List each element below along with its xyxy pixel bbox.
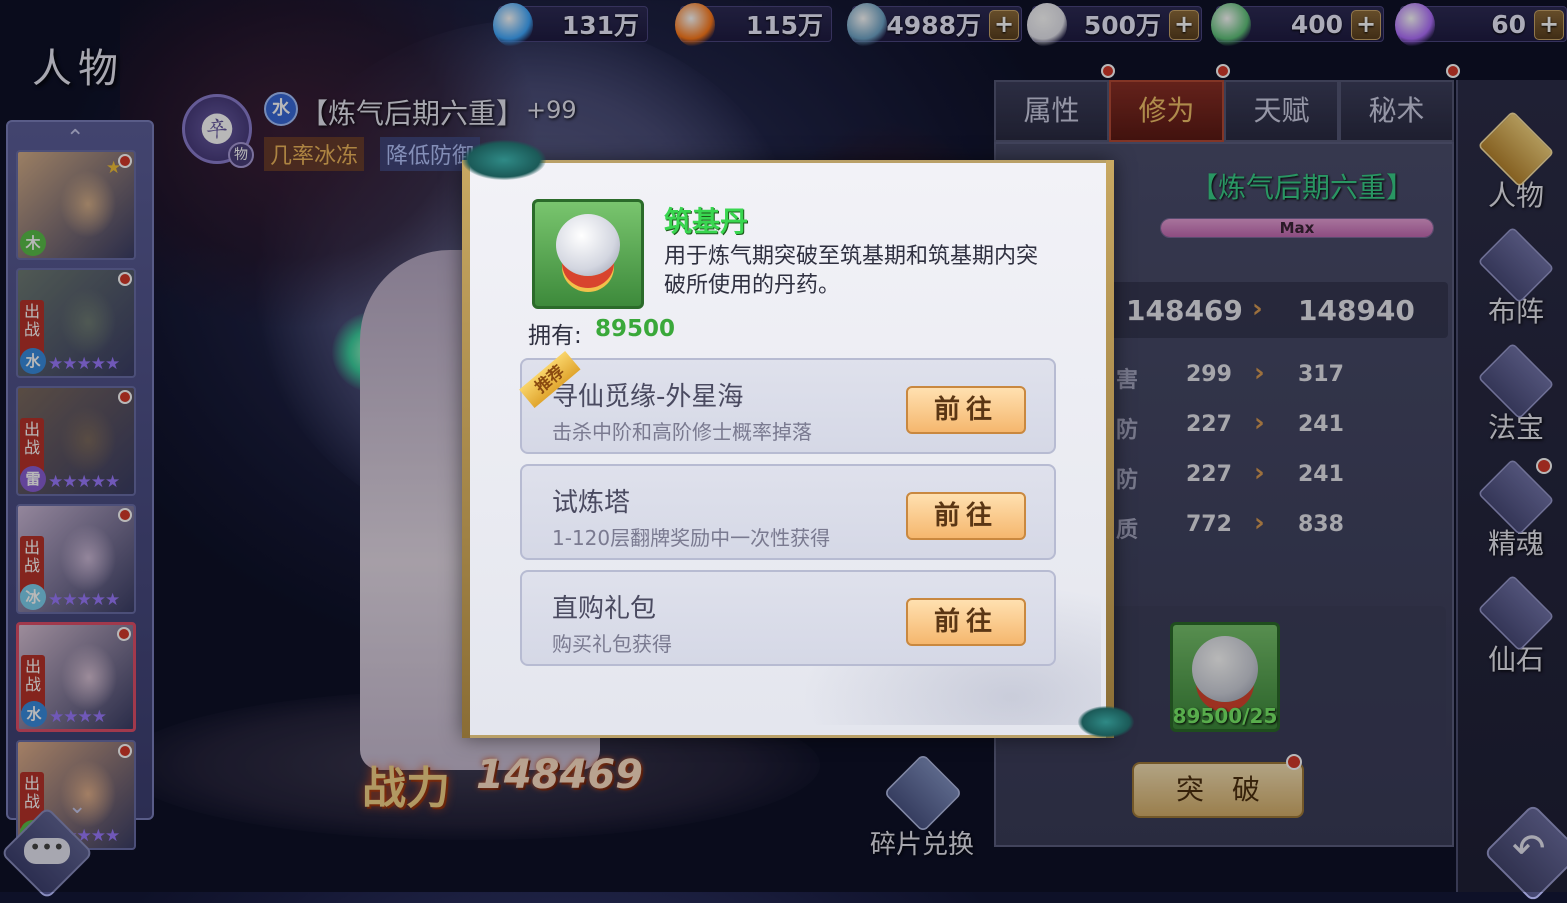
- source-desc: 购买礼包获得: [552, 632, 672, 656]
- item-description: 用于炼气期突破至筑基期和筑基期内突破所使用的丹药。: [664, 244, 1039, 298]
- source-entry: 寻仙觅缘-外星海 击杀中阶和高阶修士概率掉落 前往 推荐: [519, 351, 1056, 454]
- pill-orb-icon: [556, 214, 620, 276]
- item-name: 筑基丹: [664, 205, 749, 238]
- goto-button[interactable]: 前往: [906, 598, 1026, 646]
- source-entry: 试炼塔 1-120层翻牌奖励中一次性获得 前往: [520, 464, 1056, 560]
- source-name: 直购礼包: [552, 594, 657, 624]
- pine-branch-decoration: [462, 140, 546, 180]
- source-desc: 击杀中阶和高阶修士概率掉落: [552, 420, 812, 444]
- source-name: 寻仙觅缘-外星海: [552, 382, 744, 412]
- source-name: 试炼塔: [552, 488, 631, 518]
- source-entry: 直购礼包购买礼包获得 前往: [520, 570, 1056, 666]
- popup-frame-right: [1106, 160, 1114, 738]
- owned-value: 89500: [595, 316, 676, 342]
- owned-label: 拥有:: [528, 323, 582, 349]
- source-desc: 1-120层翻牌奖励中一次性获得: [552, 526, 831, 550]
- goto-button[interactable]: 前往: [906, 492, 1026, 540]
- popup-frame-left: [462, 160, 470, 738]
- pine-branch-decoration-bottom: [1078, 706, 1134, 738]
- goto-button[interactable]: 前往: [906, 386, 1026, 434]
